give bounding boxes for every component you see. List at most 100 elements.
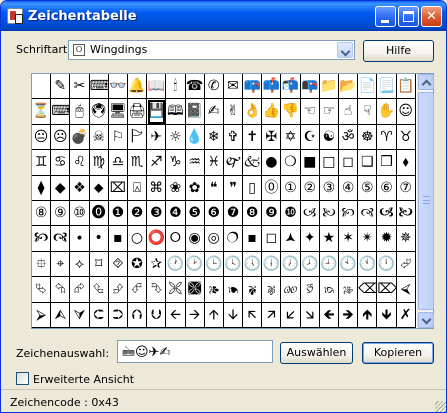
char-cell[interactable]: ⮵ [108, 277, 128, 303]
char-cell[interactable]: ⌑ [89, 251, 109, 278]
char-cell[interactable]: 🡨 [166, 302, 186, 328]
char-cell[interactable]: 🔔 [127, 74, 148, 100]
char-cell[interactable]: ✹ [377, 226, 397, 252]
char-cell[interactable]: ✋ [377, 99, 397, 125]
char-cell[interactable]: 📄 [358, 74, 378, 100]
char-cell[interactable]: 🕐 [166, 251, 186, 278]
char-cell[interactable]: ❼ [223, 200, 244, 227]
char-cell[interactable]: ◆ [51, 175, 71, 201]
char-cell[interactable]: ❞ [223, 175, 244, 201]
char-cell[interactable]: 📭 [300, 74, 320, 100]
chevron-down-icon[interactable] [337, 42, 353, 58]
char-cell[interactable]: 📂 [339, 74, 359, 100]
char-cell[interactable]: ⌦ [377, 277, 397, 303]
char-cell[interactable]: ☺ [396, 99, 416, 125]
char-cell[interactable]: 🡪 [185, 302, 205, 328]
char-cell[interactable]: ⌨ [51, 99, 71, 125]
char-cell[interactable]: ✴ [358, 226, 378, 252]
char-cell[interactable]: ♒ [185, 150, 205, 176]
char-cell[interactable]: 🙔 [223, 277, 244, 303]
char-cell[interactable]: ⭘ [166, 226, 186, 252]
char-cell[interactable]: 📓 [185, 99, 205, 125]
resize-grip-icon[interactable] [435, 401, 446, 412]
char-cell[interactable]: ✝ [243, 124, 263, 151]
char-cell[interactable]: ⓿ [89, 200, 109, 227]
char-cell[interactable]: 🙢 [300, 200, 320, 227]
char-cell[interactable]: ✂ [70, 74, 90, 100]
char-cell[interactable]: ♈ [377, 124, 397, 151]
help-button[interactable]: Hilfe [363, 40, 434, 62]
scrollbar-thumb[interactable] [418, 92, 434, 310]
char-cell[interactable]: ☝ [339, 99, 359, 125]
char-cell[interactable]: 🙑 [300, 277, 320, 303]
char-cell[interactable]: ★ [319, 226, 339, 252]
char-cell[interactable]: ⏳ [32, 99, 52, 125]
char-cell[interactable]: 🖲 [89, 99, 109, 125]
char-cell[interactable]: ☞ [319, 99, 339, 125]
char-cell[interactable]: 🕑 [185, 251, 205, 278]
vertical-scrollbar[interactable] [417, 74, 434, 328]
char-cell[interactable]: ○ [127, 226, 148, 252]
char-cell[interactable]: 🖱 [70, 99, 90, 125]
char-cell[interactable]: 🕗 [300, 251, 320, 278]
close-button[interactable]: ✕ [421, 6, 442, 27]
char-cell[interactable]: ⌫ [358, 277, 378, 303]
char-cell[interactable]: ❽ [243, 200, 263, 227]
scroll-down-arrow-icon[interactable] [418, 312, 434, 328]
char-cell[interactable]: ⍓ [127, 175, 148, 201]
char-cell[interactable]: ⮱ [32, 277, 52, 303]
char-cell[interactable]: 🡯 [281, 302, 301, 328]
char-cell[interactable]: ④ [339, 175, 359, 201]
char-cell[interactable]: ● [262, 150, 282, 176]
char-cell[interactable]: 🕘 [319, 251, 339, 278]
char-cell[interactable]: ⮴ [89, 277, 109, 303]
char-cell[interactable]: 🡸 [319, 302, 339, 328]
char-cell[interactable]: 😐 [32, 124, 52, 151]
char-cell[interactable]: 🙡 [339, 200, 359, 227]
char-cell[interactable]: 🕮 [166, 99, 186, 125]
char-cell[interactable]: ✗ [396, 302, 416, 328]
char-cell[interactable]: 📖 [147, 74, 167, 100]
char-cell[interactable]: ✈ [147, 124, 167, 151]
char-cell[interactable]: ❺ [185, 200, 205, 227]
char-cell[interactable]: ✎ [51, 74, 71, 100]
char-cell[interactable] [32, 74, 52, 100]
char-cell[interactable]: 🙕 [204, 277, 224, 303]
char-cell[interactable]: 🙐 [281, 277, 301, 303]
char-cell[interactable]: 💾 [147, 99, 167, 125]
char-cell[interactable]: ❷ [127, 200, 148, 227]
char-cell[interactable]: ⓪ [262, 175, 282, 201]
char-cell[interactable]: ⮰ [396, 251, 416, 278]
char-cell[interactable]: 🕚 [358, 251, 378, 278]
char-cell[interactable]: ✵ [396, 226, 416, 252]
char-cell[interactable]: ■ [300, 150, 320, 176]
char-cell[interactable]: ⮋ [147, 302, 167, 328]
char-cell[interactable]: ⯑ [108, 251, 128, 278]
char-cell[interactable]: ☯ [319, 124, 339, 151]
char-cell[interactable]: ❸ [147, 200, 167, 227]
char-cell[interactable]: ② [300, 175, 320, 201]
char-cell[interactable]: ♑ [166, 150, 186, 176]
char-cell[interactable]: ♓ [204, 150, 224, 176]
scroll-up-arrow-icon[interactable] [418, 74, 434, 90]
char-cell[interactable]: ⌨ [89, 74, 109, 100]
char-cell[interactable]: ⮈ [89, 302, 109, 328]
char-cell[interactable]: 👓 [108, 74, 128, 100]
char-cell[interactable]: 📁 [319, 74, 339, 100]
char-cell[interactable]: ⑥ [377, 175, 397, 201]
char-cell[interactable]: ✠ [262, 124, 282, 151]
char-cell[interactable]: 🖥 [108, 99, 128, 125]
char-cell[interactable]: ✰ [147, 251, 167, 278]
char-cell[interactable]: 🙥 [32, 226, 52, 252]
char-cell[interactable]: 🡬 [243, 302, 263, 328]
char-cell[interactable]: ♐ [147, 150, 167, 176]
advanced-view-checkbox[interactable] [16, 372, 29, 385]
char-cell[interactable]: ⮙ [51, 302, 71, 328]
char-cell[interactable]: ☪ [300, 124, 320, 151]
char-cell[interactable]: ❝ [204, 175, 224, 201]
char-cell[interactable]: ⑩ [70, 200, 90, 227]
char-cell[interactable]: 📬 [281, 74, 301, 100]
char-cell[interactable]: ❿ [281, 200, 301, 227]
char-cell[interactable]: 🡮 [300, 302, 320, 328]
char-cell[interactable]: ❖ [70, 175, 90, 201]
